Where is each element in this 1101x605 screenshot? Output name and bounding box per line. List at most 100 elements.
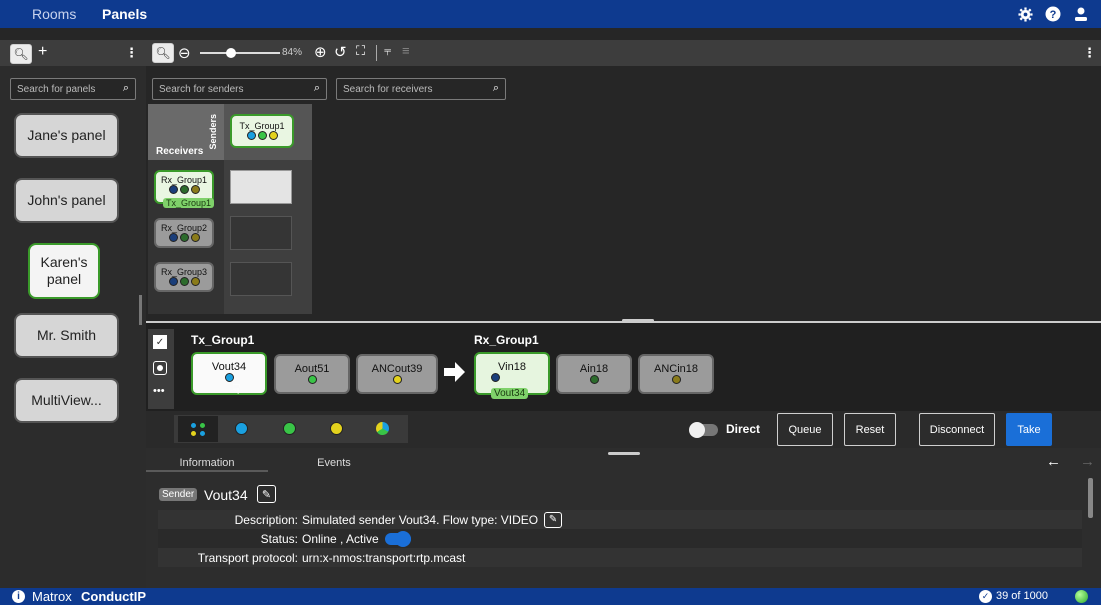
status-toggle[interactable] — [384, 530, 411, 547]
info-row-status: Status: Online , Active — [158, 529, 1082, 548]
flow-dots — [156, 233, 212, 244]
queue-button[interactable]: Queue — [777, 413, 833, 446]
status-bar: i Matrox ConductIP ✓ 39 of 1000 — [0, 588, 1101, 605]
sender-card-tx-group1[interactable]: Tx_Group1 — [230, 114, 294, 148]
search-toggle-button[interactable]: 🔍︎ — [10, 44, 32, 64]
sender-aout51[interactable]: Aout51 — [274, 354, 350, 394]
verified-icon: ✓ — [979, 590, 992, 603]
zoom-slider[interactable] — [200, 52, 280, 54]
user-icon[interactable] — [1072, 5, 1090, 23]
receiver-card-rx-group3[interactable]: Rx_Group3 — [154, 262, 214, 292]
receiver-ancin18[interactable]: ANCin18 — [638, 354, 714, 394]
panel-resize-handle[interactable] — [622, 319, 654, 322]
info-table: Description: Simulated sender Vout34. Fl… — [158, 510, 1082, 580]
zoom-reset-icon[interactable]: ↺ — [334, 43, 347, 61]
gear-icon[interactable] — [1016, 5, 1034, 23]
panels-search-input[interactable]: Search for panels ⌕ — [10, 78, 136, 100]
tab-events[interactable]: Events — [294, 454, 374, 472]
sidebar-resize-handle[interactable] — [139, 295, 142, 325]
align-icon[interactable]: ⫧ — [384, 43, 391, 59]
edit-icon[interactable]: ✎ — [544, 511, 563, 528]
svg-text:?: ? — [1050, 9, 1057, 21]
tab-panels[interactable]: Panels — [102, 6, 147, 22]
filter-all-button[interactable] — [178, 416, 218, 442]
brand-matrox: Matrox — [32, 589, 72, 604]
edit-icon[interactable]: ✎ — [257, 485, 276, 503]
receivers-search-input[interactable]: Search for receivers ⌕ — [336, 78, 506, 100]
license-count: 39 of 1000 — [996, 590, 1048, 602]
back-arrow-icon[interactable]: ← — [1046, 453, 1061, 470]
panel-item-karen[interactable]: Karen's panel — [28, 243, 100, 299]
panel-item-mr-smith[interactable]: Mr. Smith — [14, 313, 119, 358]
filter-mixed-button[interactable] — [376, 422, 389, 435]
entity-name: Vout34 — [204, 487, 248, 503]
direct-toggle-knob[interactable] — [689, 422, 705, 438]
receivers-axis-label: Receivers — [156, 146, 204, 157]
more-vert-icon[interactable]: ⋮ — [1083, 45, 1096, 61]
help-icon[interactable]: ? — [1044, 5, 1062, 23]
search-icon: ⌕ — [313, 82, 320, 94]
zoom-slider-handle[interactable] — [226, 48, 236, 58]
flow-dots — [156, 277, 212, 288]
panel-item-jane[interactable]: Jane's panel — [14, 113, 119, 158]
brand-conductip: ConductIP — [81, 589, 146, 604]
direct-label: Direct — [726, 422, 761, 436]
sender-vout34[interactable]: Vout34 — [191, 352, 267, 395]
more-horiz-icon[interactable]: ••• — [153, 385, 165, 397]
disconnect-button[interactable]: Disconnect — [919, 413, 995, 446]
crosspoint-rx2-tx1[interactable] — [230, 216, 292, 250]
reset-button[interactable]: Reset — [844, 413, 896, 446]
zoom-level: 84% — [282, 47, 303, 58]
panel-item-john[interactable]: John's panel — [14, 178, 119, 223]
forward-arrow-icon[interactable]: → — [1080, 453, 1095, 470]
flow-dots — [232, 131, 292, 143]
zoom-in-icon[interactable]: ⊕ — [314, 43, 327, 61]
filter-audio-button[interactable] — [282, 422, 297, 440]
receiver-ain18[interactable]: Ain18 — [556, 354, 632, 394]
tab-information[interactable]: Information — [146, 454, 268, 472]
search-icon: ⌕ — [492, 82, 499, 94]
more-vert-icon[interactable]: ⋮ — [125, 45, 138, 61]
radio-icon[interactable] — [153, 361, 167, 375]
info-panel: Information Events ← → Sender Vout34 ✎ D… — [146, 448, 1101, 588]
scrollbar[interactable] — [1088, 478, 1093, 518]
rx-group-title: Rx_Group1 — [474, 333, 539, 347]
sender-ancout39[interactable]: ANCout39 — [356, 354, 438, 394]
info-icon[interactable]: i — [12, 590, 25, 603]
tx-group-title: Tx_Group1 — [191, 333, 255, 347]
search-icon: 🔍︎ — [13, 47, 29, 61]
distribute-icon[interactable]: ≡ — [402, 43, 410, 58]
senders-axis-label: Senders — [208, 114, 218, 150]
routing-matrix: Receivers Senders Tx_Group1 Rx_Group1 Tx… — [148, 104, 312, 314]
checkbox-icon[interactable]: ✓ — [153, 335, 167, 349]
info-row-description: Description: Simulated sender Vout34. Fl… — [158, 510, 1082, 529]
senders-search-input[interactable]: Search for senders ⌕ — [152, 78, 327, 100]
take-button[interactable]: Take — [1006, 413, 1052, 446]
search-icon: ⌕ — [122, 82, 129, 94]
receiver-card-rx-group2[interactable]: Rx_Group2 — [154, 218, 214, 248]
info-row-transport: Transport protocol: urn:x-nmos:transport… — [158, 548, 1082, 567]
crosspoint-rx1-tx1[interactable] — [230, 170, 292, 204]
filter-anc-button[interactable] — [329, 422, 344, 440]
fit-screen-icon[interactable]: ⛶ — [356, 43, 365, 59]
matrix-toolbar: 🔍︎ ⊖ 84% ⊕ ↺ ⛶ ⫧ ≡ ⋮ — [146, 40, 1101, 66]
toolbar-divider — [376, 45, 377, 61]
hand-cursor-icon: ☟ — [232, 381, 241, 397]
connection-tag: Vout34 — [491, 388, 529, 399]
panel-resize-handle[interactable] — [608, 452, 640, 455]
top-nav-bar: Rooms Panels ? — [0, 0, 1101, 28]
flow-dots — [156, 185, 212, 196]
sender-badge: Sender — [159, 488, 198, 501]
filter-video-button[interactable] — [234, 422, 249, 440]
connection-tag: Tx_Group1 — [163, 198, 215, 208]
routing-panel: ✓ ••• Tx_Group1 Vout34 ☟ Aout51 ANCout39… — [146, 319, 1101, 411]
search-toggle-button[interactable]: 🔍︎ — [152, 43, 174, 63]
add-panel-button[interactable]: + — [38, 43, 47, 61]
crosspoint-rx3-tx1[interactable] — [230, 262, 292, 296]
panel-item-multiview[interactable]: MultiView... — [14, 378, 119, 423]
connection-status-icon — [1075, 590, 1088, 603]
tab-rooms[interactable]: Rooms — [32, 6, 76, 22]
search-icon: 🔍︎ — [155, 46, 171, 60]
zoom-out-icon[interactable]: ⊖ — [178, 44, 191, 62]
panels-sidebar: 🔍︎ + ⋮ Search for panels ⌕ Jane's panel … — [0, 40, 146, 588]
